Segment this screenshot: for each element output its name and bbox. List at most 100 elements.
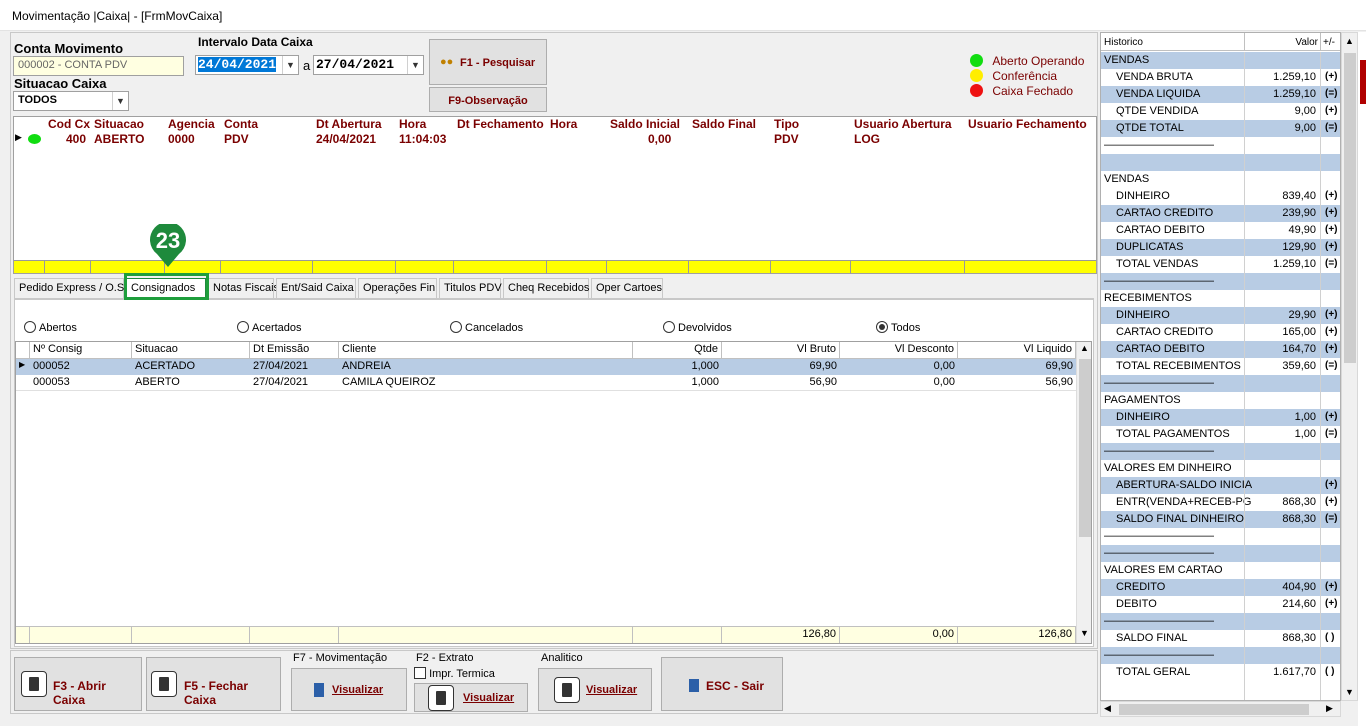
historico-row[interactable]: VENDA BRUTA 1.259,10 (+): [1101, 69, 1340, 86]
scroll-up-icon[interactable]: ▲: [1345, 36, 1354, 46]
historico-row[interactable]: DINHEIRO 839,40 (+): [1101, 188, 1340, 205]
scroll-left-icon[interactable]: ◀: [1104, 703, 1111, 714]
historico-row[interactable]: VENDAS: [1101, 171, 1340, 188]
scroll-thumb[interactable]: [1344, 53, 1356, 363]
historico-hscroll[interactable]: ◀ ▶: [1100, 701, 1341, 717]
radio-todos[interactable]: Todos: [876, 321, 920, 334]
col-conta[interactable]: Conta: [224, 117, 258, 131]
date-to-field[interactable]: 27/04/2021 ▼: [313, 55, 424, 75]
table-row[interactable]: ▶ 000052 ACERTADO 27/04/2021 ANDREIA 1,0…: [16, 359, 1076, 375]
visualizar-movimentacao-button[interactable]: Visualizar: [291, 668, 407, 711]
tab-oper-cartoes[interactable]: Oper Cartoes: [591, 278, 663, 298]
historico-row[interactable]: [1101, 154, 1340, 171]
date-from-field[interactable]: 24/04/2021 ▼: [195, 55, 299, 75]
chevron-down-icon[interactable]: ▼: [407, 56, 423, 74]
col-valor[interactable]: Valor: [1295, 37, 1318, 48]
fechar-caixa-button[interactable]: F5 - Fechar Caixa: [146, 657, 281, 711]
col-vl-bruto[interactable]: Vl Bruto: [722, 342, 840, 359]
pesquisar-button[interactable]: ●● F1 - Pesquisar: [429, 39, 547, 85]
historico-row[interactable]: TOTAL GERAL 1.617,70 ( ): [1101, 664, 1340, 681]
historico-row[interactable]: DUPLICATAS 129,90 (+): [1101, 239, 1340, 256]
consig-vscroll[interactable]: ▲ ▼: [1076, 342, 1091, 643]
tab-consignados[interactable]: Consignados: [126, 278, 206, 298]
historico-row[interactable]: VALORES EM CARTAO: [1101, 562, 1340, 579]
historico-row[interactable]: CARTAO DEBITO 164,70 (+): [1101, 341, 1340, 358]
col-n-consig[interactable]: Nº Consig: [30, 342, 132, 359]
scroll-thumb[interactable]: [1119, 704, 1309, 715]
col-usuario-abertura[interactable]: Usuario Abertura: [854, 117, 952, 131]
historico-row[interactable]: RECEBIMENTOS: [1101, 290, 1340, 307]
historico-row[interactable]: ——————————: [1101, 647, 1340, 664]
scroll-up-icon[interactable]: ▲: [1080, 343, 1089, 353]
visualizar-extrato-button[interactable]: Visualizar: [414, 683, 528, 712]
historico-row[interactable]: ——————————: [1101, 528, 1340, 545]
col-vl-liquido[interactable]: Vl Liquido: [958, 342, 1076, 359]
col-cod-cx[interactable]: Cod Cx: [48, 117, 90, 131]
historico-row[interactable]: ENTR(VENDA+RECEB-PG 868,30 (+): [1101, 494, 1340, 511]
table-row[interactable]: 000053 ABERTO 27/04/2021 CAMILA QUEIROZ …: [16, 375, 1076, 391]
tab-pedido-express[interactable]: Pedido Express / O.S: [14, 278, 124, 298]
tab-operacoes-fin[interactable]: Operações Fin: [358, 278, 437, 298]
conta-movimento-field[interactable]: 000002 - CONTA PDV: [13, 56, 184, 76]
historico-row[interactable]: CARTAO CREDITO 239,90 (+): [1101, 205, 1340, 222]
col-qtde[interactable]: Qtde: [633, 342, 722, 359]
col-situacao[interactable]: Situacao: [132, 342, 250, 359]
historico-row[interactable]: CREDITO 404,90 (+): [1101, 579, 1340, 596]
observacao-button[interactable]: F9-Observação: [429, 87, 547, 112]
caixa-grid-row[interactable]: ▶ 400 ABERTO 0000 PDV 24/04/2021 11:04:0…: [14, 132, 1096, 146]
col-hora-fech[interactable]: Hora: [550, 117, 577, 131]
scroll-down-icon[interactable]: ▼: [1080, 628, 1089, 638]
col-hora[interactable]: Hora: [399, 117, 426, 131]
historico-row[interactable]: TOTAL VENDAS 1.259,10 (=): [1101, 256, 1340, 273]
historico-row[interactable]: ABERTURA-SALDO INICIA (+): [1101, 477, 1340, 494]
scroll-thumb[interactable]: [1079, 359, 1091, 537]
historico-row[interactable]: TOTAL RECEBIMENTOS 359,60 (=): [1101, 358, 1340, 375]
col-dt-emissao[interactable]: Dt Emissão: [250, 342, 339, 359]
historico-row[interactable]: ——————————: [1101, 375, 1340, 392]
situacao-caixa-select[interactable]: TODOS ▼: [13, 91, 129, 111]
historico-row[interactable]: ——————————: [1101, 545, 1340, 562]
col-saldo-final[interactable]: Saldo Final: [692, 117, 756, 131]
historico-vscroll[interactable]: ▲ ▼: [1341, 32, 1358, 701]
chevron-down-icon[interactable]: ▼: [282, 56, 298, 74]
historico-panel[interactable]: Historico Valor +/- VENDAS VENDA BRUTA 1.2…: [1100, 32, 1341, 701]
historico-row[interactable]: TOTAL PAGAMENTOS 1,00 (=): [1101, 426, 1340, 443]
scroll-down-icon[interactable]: ▼: [1345, 687, 1354, 697]
col-cliente[interactable]: Cliente: [339, 342, 633, 359]
historico-row[interactable]: DINHEIRO 1,00 (+): [1101, 409, 1340, 426]
col-situacao[interactable]: Situacao: [94, 117, 144, 131]
tab-notas-fiscais[interactable]: Notas Fiscais: [208, 278, 279, 298]
historico-row[interactable]: CARTAO CREDITO 165,00 (+): [1101, 324, 1340, 341]
historico-row[interactable]: SALDO FINAL DINHEIRO 868,30 (=): [1101, 511, 1340, 528]
radio-cancelados[interactable]: Cancelados: [450, 321, 523, 334]
historico-row[interactable]: QTDE VENDIDA 9,00 (+): [1101, 103, 1340, 120]
historico-row[interactable]: ——————————: [1101, 273, 1340, 290]
impr-termica-checkbox[interactable]: Impr. Termica: [414, 667, 495, 680]
col-tipo[interactable]: Tipo: [774, 117, 799, 131]
sair-button[interactable]: ESC - Sair: [661, 657, 783, 711]
historico-row[interactable]: CARTAO DEBITO 49,90 (+): [1101, 222, 1340, 239]
col-usuario-fechamento[interactable]: Usuario Fechamento: [968, 117, 1087, 131]
col-dt-fechamento[interactable]: Dt Fechamento: [457, 117, 544, 131]
chevron-down-icon[interactable]: ▼: [112, 92, 128, 110]
historico-row[interactable]: ——————————: [1101, 443, 1340, 460]
tab-cheq-recebidos[interactable]: Cheq Recebidos: [503, 278, 589, 298]
radio-devolvidos[interactable]: Devolvidos: [663, 321, 732, 334]
visualizar-analitico-button[interactable]: Visualizar: [538, 668, 652, 711]
col-dt-abertura[interactable]: Dt Abertura: [316, 117, 382, 131]
scroll-right-icon[interactable]: ▶: [1326, 703, 1333, 714]
tab-ent-said-caixa[interactable]: Ent/Said Caixa: [276, 278, 356, 298]
abrir-caixa-button[interactable]: F3 - Abrir Caixa: [14, 657, 142, 711]
consignados-grid[interactable]: Nº Consig Situacao Dt Emissão Cliente Qt…: [15, 341, 1092, 644]
col-vl-desconto[interactable]: Vl Desconto: [840, 342, 958, 359]
radio-acertados[interactable]: Acertados: [237, 321, 302, 334]
historico-row[interactable]: DINHEIRO 29,90 (+): [1101, 307, 1340, 324]
historico-row[interactable]: QTDE TOTAL 9,00 (=): [1101, 120, 1340, 137]
historico-row[interactable]: PAGAMENTOS: [1101, 392, 1340, 409]
col-agencia[interactable]: Agencia: [168, 117, 215, 131]
col-saldo-inicial[interactable]: Saldo Inicial: [610, 117, 680, 131]
col-historico[interactable]: Historico: [1104, 37, 1143, 48]
historico-row[interactable]: VALORES EM DINHEIRO: [1101, 460, 1340, 477]
historico-row[interactable]: ——————————: [1101, 613, 1340, 630]
col-sinal[interactable]: +/-: [1323, 37, 1335, 48]
